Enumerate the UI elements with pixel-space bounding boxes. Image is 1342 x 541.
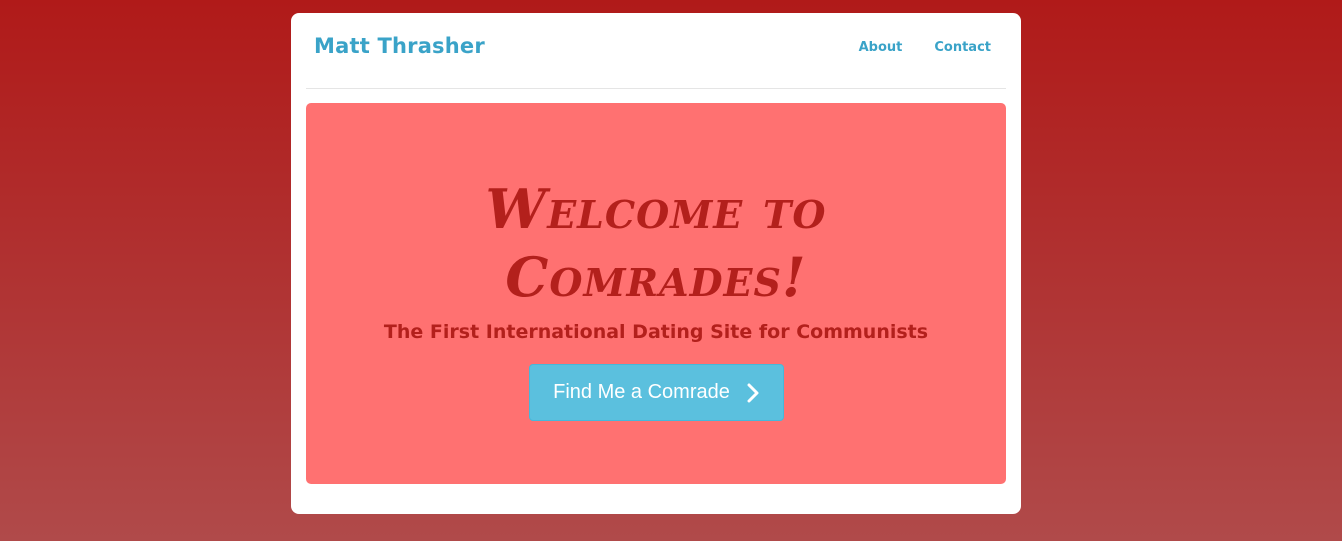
main-card: Matt Thrasher About Contact Welcome to C… xyxy=(291,13,1021,514)
nav-link-contact[interactable]: Contact xyxy=(934,40,991,55)
hero-title-line2: Comrades! xyxy=(505,245,807,309)
hero-title: Welcome to Comrades! xyxy=(306,175,1006,311)
find-comrade-button-label: Find Me a Comrade xyxy=(553,381,730,403)
nav-link-about[interactable]: About xyxy=(859,40,903,55)
hero-title-line1: Welcome to xyxy=(485,177,827,241)
navbar: Matt Thrasher About Contact xyxy=(306,13,1006,89)
hero-banner: Welcome to Comrades! The First Internati… xyxy=(306,103,1006,484)
find-comrade-button[interactable]: Find Me a Comrade xyxy=(529,364,784,421)
nav-links: About Contact xyxy=(859,40,991,55)
brand-link[interactable]: Matt Thrasher xyxy=(314,34,485,58)
chevron-right-icon xyxy=(747,383,759,402)
hero-subtitle: The First International Dating Site for … xyxy=(383,321,929,343)
